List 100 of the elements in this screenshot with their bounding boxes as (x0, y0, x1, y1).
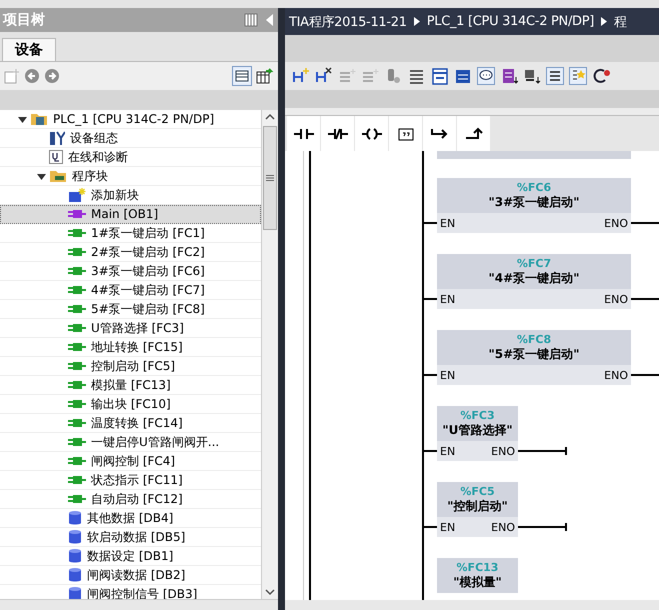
breadcrumb-arrow-icon[interactable] (601, 17, 608, 26)
list-view-icon[interactable] (232, 66, 252, 86)
close-branch-button[interactable] (457, 116, 490, 151)
tree-item[interactable]: 数据设定 [DB1] (0, 547, 261, 566)
block-name: "4#泵一键启动" (488, 270, 580, 286)
collapse-toggle-icon[interactable] (37, 172, 46, 180)
database-icon (68, 510, 82, 526)
tree-item[interactable]: 程序块 (0, 167, 261, 186)
connection-line (631, 374, 659, 376)
function-block[interactable]: %FC13 "模拟量" (437, 558, 518, 593)
function-block-icon (68, 417, 86, 429)
tree-item[interactable]: 1#泵一键启动 [FC1] (0, 224, 261, 243)
function-block-icon (68, 455, 86, 467)
expand-networks-icon[interactable] (431, 67, 449, 85)
delete-network-icon[interactable] (316, 67, 334, 85)
tree-item[interactable]: 输出块 [FC10] (0, 395, 261, 414)
block-address: %FC5 (460, 484, 495, 498)
tree-item[interactable]: 模拟量 [FC13] (0, 376, 261, 395)
insert-network-icon[interactable] (293, 67, 311, 85)
tree-item[interactable]: PLC_1 [CPU 314C-2 PN/DP] (0, 110, 261, 129)
scrollbar[interactable] (261, 110, 278, 599)
block-name: "5#泵一键启动" (488, 346, 580, 362)
pin-label: ENO (604, 216, 628, 230)
connection-line (518, 523, 567, 531)
tree-item[interactable]: 3#泵一键启动 [FC6] (0, 262, 261, 281)
normally-closed-contact-button[interactable] (321, 116, 354, 151)
tree-item[interactable]: U管路选择 [FC3] (0, 319, 261, 338)
table-export-icon[interactable] (256, 67, 274, 85)
forward-icon[interactable] (44, 68, 60, 84)
tree-item[interactable]: 闸阀读数据 [DB2] (0, 566, 261, 585)
tab[interactable]: 设备 (2, 38, 56, 61)
panel-title: 项目树 (3, 11, 46, 29)
normally-open-contact-icon (294, 126, 314, 140)
block-address: %FC3 (460, 408, 495, 422)
function-block-icon (68, 398, 86, 410)
connection-line (423, 222, 437, 224)
block-name: "控制启动" (447, 498, 508, 514)
pin-label: EN (440, 520, 456, 534)
collapse-networks-icon[interactable] (454, 67, 472, 85)
breadcrumb-arrow-icon[interactable] (414, 17, 420, 26)
connection-line (423, 450, 437, 452)
breadcrumb-item[interactable]: 程 (614, 12, 627, 30)
tag-list-icon[interactable] (500, 67, 518, 85)
function-block-icon (68, 474, 86, 486)
add-block-icon (68, 187, 86, 203)
tree-item[interactable]: 2#泵一键启动 [FC2] (0, 243, 261, 262)
pin-label: ENO (604, 368, 628, 382)
scrollbar[interactable] (285, 600, 659, 610)
pin-label: EN (440, 216, 456, 230)
connection-line (631, 298, 659, 300)
close-branch-icon (464, 126, 484, 140)
open-branch-button[interactable] (423, 116, 456, 151)
pin-label: ENO (491, 444, 515, 458)
panel-layout-icon[interactable] (244, 13, 258, 27)
block-address: %FC7 (516, 256, 552, 270)
function-block-icon (68, 436, 86, 448)
tree-item[interactable]: 一键启停U管路闸阀开... (0, 433, 261, 452)
grip-icon (266, 175, 274, 181)
tree-item[interactable]: 温度转换 [FC14] (0, 414, 261, 433)
tree-item[interactable]: 4#泵一键启动 [FC7] (0, 281, 261, 300)
pin-label: ENO (604, 292, 628, 306)
connection-line (423, 298, 437, 300)
tree-item[interactable]: 自动启动 [FC12] (0, 490, 261, 509)
pin-label: ENO (491, 520, 515, 534)
tree-item[interactable]: 5#泵一键启动 [FC8] (0, 300, 261, 319)
function-block-icon (68, 322, 86, 334)
coil-icon (362, 126, 382, 140)
tree-item[interactable]: 设备组态 (0, 129, 261, 148)
normally-open-contact-button[interactable] (287, 116, 320, 151)
tree-item[interactable]: 在线和诊断 (0, 148, 261, 167)
tree-item[interactable]: 软启动数据 [DB5] (0, 528, 261, 547)
back-icon[interactable] (24, 68, 40, 84)
breadcrumb-item[interactable]: PLC_1 [CPU 314C-2 PN/DP] (426, 14, 594, 29)
scrollbar[interactable] (0, 599, 278, 610)
comment-icon[interactable] (477, 67, 495, 85)
pin-label: EN (440, 292, 456, 306)
diagnostics-icon (49, 150, 63, 164)
function-block-icon (68, 246, 86, 258)
function-block-icon (68, 265, 86, 277)
tree-item[interactable]: 地址转换 [FC15] (0, 338, 261, 357)
tree-item[interactable]: 控制启动 [FC5] (0, 357, 261, 376)
empty-box-button[interactable] (389, 116, 422, 151)
tree-item[interactable]: 闸阀控制 [FC4] (0, 452, 261, 471)
breadcrumb-item[interactable]: TIA程序2015-11-21 (289, 12, 407, 30)
block-address: %FC6 (516, 180, 552, 194)
list-icon[interactable] (546, 67, 564, 85)
collapse-toggle-icon[interactable] (18, 114, 27, 124)
favorites-icon[interactable] (569, 67, 587, 85)
pin-label: EN (440, 444, 456, 458)
tree-item[interactable]: 状态指示 [FC11] (0, 471, 261, 490)
open-branch-icon (430, 126, 450, 140)
program-folder-icon (49, 169, 67, 183)
connection-line (518, 447, 567, 455)
block-name: "U管路选择" (442, 422, 513, 438)
tree-item[interactable]: 其他数据 [DB4] (0, 509, 261, 528)
block-address: %FC8 (516, 332, 552, 346)
tree-item[interactable]: Main [OB1] (0, 205, 261, 224)
coil-button[interactable] (355, 116, 388, 151)
function-block-icon (68, 360, 86, 372)
refresh-icon[interactable] (592, 67, 610, 85)
